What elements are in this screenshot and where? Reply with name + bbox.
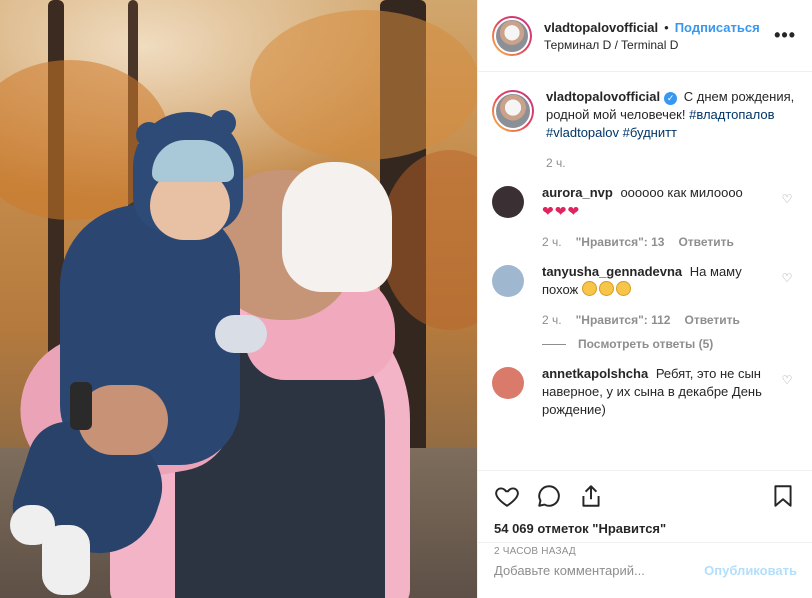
verified-badge-icon: ✓ <box>664 92 678 105</box>
reply-button[interactable]: Ответить <box>684 311 739 329</box>
comment: tanyusha_gennadevna На маму похож 2 ч. "… <box>492 263 796 329</box>
publish-button[interactable]: Опубликовать <box>704 563 797 578</box>
comment-meta: 2 ч. "Нравится": 112 Ответить <box>542 311 778 329</box>
view-replies-button[interactable]: Посмотреть ответы (5) <box>542 337 796 351</box>
avatar-image <box>494 92 532 130</box>
hearts-emoji: ❤❤❤ <box>542 203 581 219</box>
comment-icon[interactable] <box>536 483 562 509</box>
comment-likes[interactable]: "Нравится": 13 <box>576 233 665 251</box>
likes-count[interactable]: 54 069 отметок "Нравится" <box>494 521 796 536</box>
caption-body: vladtopalovofficial ✓ С днем рождения, ро… <box>546 88 796 172</box>
comment: annetkapolshcha Ребят, это не сын наверн… <box>492 365 796 419</box>
header-text: vladtopalovofficial • Подписаться Термин… <box>544 20 774 52</box>
comment-username[interactable]: tanyusha_gennadevna <box>542 264 682 279</box>
header-line: vladtopalovofficial • Подписаться <box>544 20 774 35</box>
hood-ear <box>210 110 236 136</box>
comment-username[interactable]: annetkapolshcha <box>542 366 648 381</box>
comment-age[interactable]: 2 ч. <box>542 311 562 329</box>
like-comment-heart-icon[interactable]: ♡ <box>778 373 796 419</box>
comment-text: оооооо как милоооо <box>620 185 743 200</box>
caption-age[interactable]: 2 ч. <box>546 154 566 172</box>
foliage <box>250 10 477 160</box>
commenter-avatar[interactable] <box>492 367 524 399</box>
commenter-avatar[interactable] <box>492 186 524 218</box>
like-comment-heart-icon[interactable]: ♡ <box>778 271 796 329</box>
post-photo[interactable] <box>0 0 477 598</box>
wrist-watch <box>70 382 92 430</box>
comment-age[interactable]: 2 ч. <box>542 233 562 251</box>
hood-ear <box>136 122 162 148</box>
comments-list[interactable]: vladtopalovofficial ✓ С днем рождения, ро… <box>478 72 812 470</box>
follow-button[interactable]: Подписаться <box>675 20 760 35</box>
white-beanie <box>282 162 392 292</box>
comment-body: tanyusha_gennadevna На маму похож 2 ч. "… <box>542 263 778 329</box>
instagram-post: vladtopalovofficial • Подписаться Термин… <box>0 0 812 598</box>
post-side-panel: vladtopalovofficial • Подписаться Термин… <box>477 0 812 598</box>
caption-username[interactable]: vladtopalovofficial <box>546 89 660 104</box>
more-options-icon[interactable]: ••• <box>774 25 796 46</box>
heart-icon[interactable] <box>494 483 520 509</box>
bookmark-icon[interactable] <box>770 483 796 509</box>
reply-button[interactable]: Ответить <box>678 233 733 251</box>
commenter-avatar[interactable] <box>492 265 524 297</box>
comment-meta: 2 ч. "Нравится": 13 Ответить <box>542 233 778 251</box>
comment-input[interactable] <box>494 563 705 578</box>
comment-body: annetkapolshcha Ребят, это не сын наверн… <box>542 365 778 419</box>
separator-dot: • <box>664 19 669 35</box>
comment-body: aurora_nvp оооооо как милоооо ❤❤❤ 2 ч. "… <box>542 184 778 251</box>
smile-emoji <box>581 281 633 297</box>
baby-sock <box>42 525 90 595</box>
comment: aurora_nvp оооооо как милоооо ❤❤❤ 2 ч. "… <box>492 184 796 251</box>
comment-likes[interactable]: "Нравится": 112 <box>576 311 671 329</box>
location-link[interactable]: Терминал D / Terminal D <box>544 38 774 52</box>
add-comment-bar: Опубликовать <box>478 542 812 598</box>
author-avatar[interactable] <box>492 15 532 56</box>
caption-avatar[interactable] <box>492 90 534 132</box>
like-comment-heart-icon[interactable]: ♡ <box>778 192 796 251</box>
view-replies-label: Посмотреть ответы (5) <box>578 337 714 351</box>
author-username[interactable]: vladtopalovofficial <box>544 20 658 35</box>
comment-username[interactable]: aurora_nvp <box>542 185 613 200</box>
avatar-image <box>494 17 530 54</box>
share-icon[interactable] <box>578 483 604 509</box>
replies-line <box>542 343 566 345</box>
baby-mitten <box>215 315 267 353</box>
caption: vladtopalovofficial ✓ С днем рождения, ро… <box>492 88 796 172</box>
post-header: vladtopalovofficial • Подписаться Термин… <box>478 0 812 72</box>
caption-meta: 2 ч. <box>546 154 796 172</box>
action-icons <box>494 481 796 511</box>
